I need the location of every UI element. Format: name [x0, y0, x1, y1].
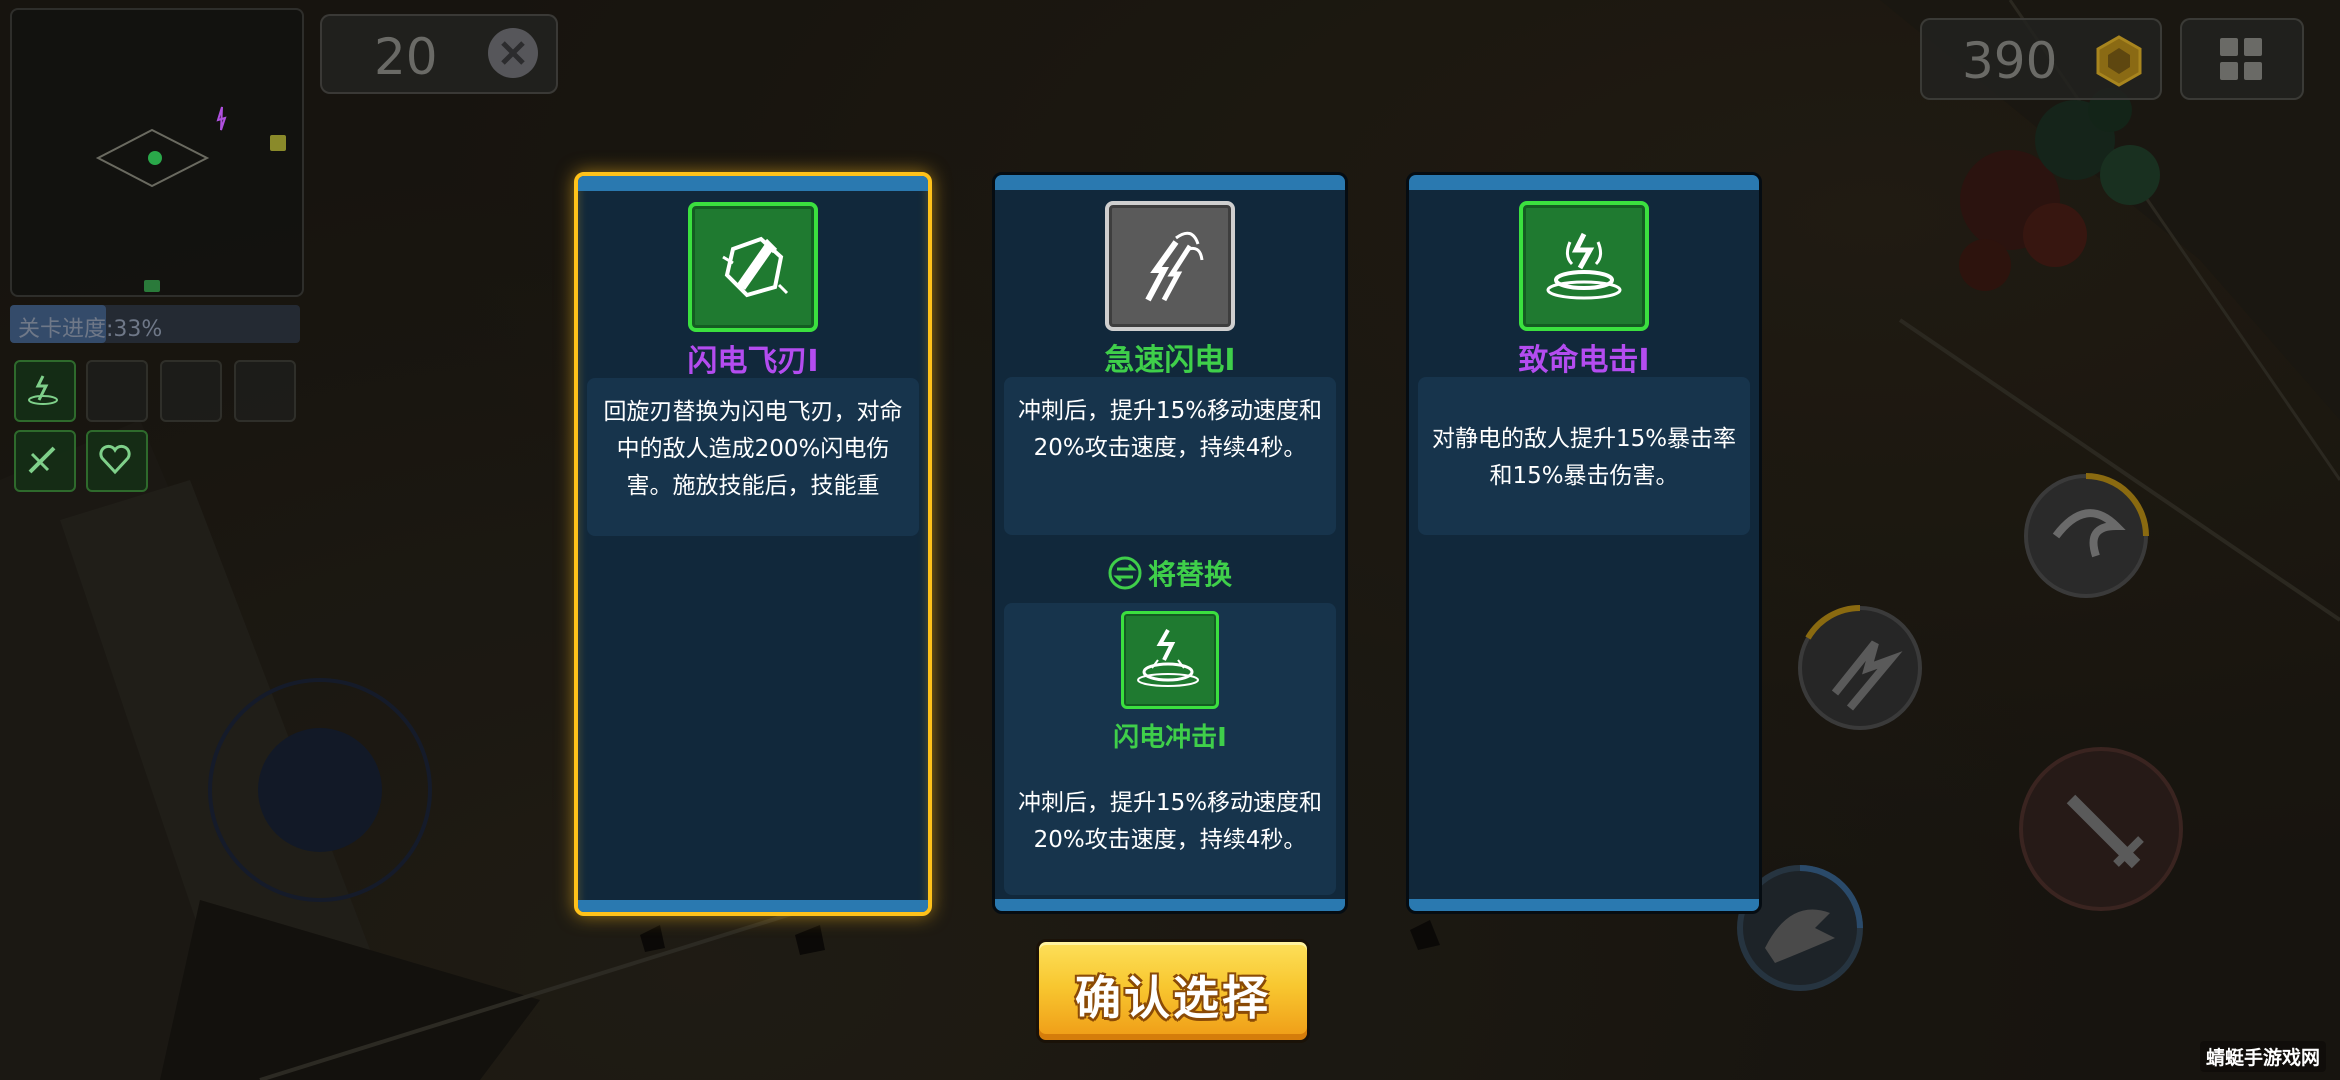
lightning-blade-icon — [1798, 604, 1922, 730]
confirm-selection-button[interactable]: 确认选择 — [1036, 939, 1310, 1043]
lightning-blade-icon — [688, 202, 818, 332]
card-top-strip — [995, 175, 1345, 190]
buff-slot-4[interactable] — [234, 360, 296, 422]
coin-count: 390 — [1962, 32, 2058, 90]
ultimate-skill-button[interactable] — [2016, 466, 2156, 606]
description-box: 冲刺后，提升15%移动速度和20%攻击速度，持续4秒。 — [1004, 377, 1336, 535]
skill-description: 回旋刃替换为闪电飞刃，对命中的敌人造成200%闪电伤害。施放技能后，技能重 — [603, 399, 903, 499]
replaced-skill-description: 冲刺后，提升15%移动速度和20%攻击速度，持续4秒。 — [1017, 790, 1323, 853]
description-box: 对静电的敌人提升15%暴击率和15%暴击伤害。 — [1418, 377, 1750, 535]
minimap-view — [95, 106, 286, 292]
swirl-skill-icon — [2024, 473, 2149, 598]
attack-button[interactable] — [2016, 744, 2186, 914]
swap-icon — [1108, 556, 1142, 590]
skill-name: 致命电击I — [1518, 343, 1650, 378]
grid-menu-button[interactable] — [2180, 18, 2304, 100]
buff-slot-5[interactable] — [14, 430, 76, 492]
buff-slot-3[interactable] — [160, 360, 222, 422]
swift-lightning-icon — [1105, 201, 1235, 331]
heart-skill-icon — [99, 444, 131, 475]
replace-label: 将替换 — [1147, 558, 1232, 591]
skill-card-3[interactable]: 致命电击I 对静电的敌人提升15%暴击率和15%暴击伤害。 — [1406, 172, 1762, 914]
level-progress-bar: 关卡进度:33% — [10, 305, 300, 343]
confirm-label: 确认选择 — [1075, 971, 1271, 1025]
skill-description: 对静电的敌人提升15%暴击率和15%暴击伤害。 — [1431, 426, 1737, 489]
replace-indicator: 将替换 — [995, 553, 1345, 593]
kill-counter: 20 — [320, 14, 558, 94]
card-bottom-strip — [1409, 899, 1759, 911]
coin-counter: 390 — [1920, 18, 2162, 100]
sword-icon — [2019, 747, 2183, 911]
static-shock-icon — [28, 375, 58, 405]
buff-slot-2[interactable] — [86, 360, 148, 422]
kill-count: 20 — [374, 28, 438, 86]
skill-name: 闪电飞刃I — [687, 344, 819, 379]
description-box: 回旋刃替换为闪电飞刃，对命中的敌人造成200%闪电伤害。施放技能后，技能重 — [587, 378, 919, 536]
card-top-strip — [1409, 175, 1759, 190]
buff-slot-1[interactable] — [14, 360, 76, 422]
replaced-skill-box: 闪电冲击I 冲刺后，提升15%移动速度和20%攻击速度，持续4秒。 — [1004, 603, 1336, 895]
static-shock-icon — [1519, 201, 1649, 331]
gold-coin-icon — [2096, 35, 2142, 87]
card-bottom-strip — [578, 900, 928, 912]
minimap[interactable] — [10, 8, 304, 297]
skill-name: 急速闪电I — [1104, 343, 1236, 378]
lightning-skill-button[interactable] — [1790, 598, 1930, 738]
watermark: 蜻蜓手游戏网 — [2199, 1041, 2326, 1072]
skill-description: 冲刺后，提升15%移动速度和20%攻击速度，持续4秒。 — [1017, 398, 1323, 461]
replaced-skill-name: 闪电冲击I — [1113, 723, 1227, 753]
sword-skill-icon — [28, 446, 56, 474]
skull-icon — [488, 28, 538, 78]
grid-menu-icon — [2220, 38, 2262, 80]
skill-card-1[interactable]: 闪电飞刃I 回旋刃替换为闪电飞刃，对命中的敌人造成200%闪电伤害。施放技能后，… — [574, 172, 932, 916]
lightning-strike-icon — [1121, 611, 1219, 709]
skill-card-2[interactable]: 急速闪电I 冲刺后，提升15%移动速度和20%攻击速度，持续4秒。 将替换 闪电… — [992, 172, 1348, 914]
level-progress-text: 关卡进度:33% — [18, 317, 163, 342]
card-top-strip — [578, 176, 928, 191]
card-bottom-strip — [995, 899, 1345, 911]
buff-slot-6[interactable] — [86, 430, 148, 492]
